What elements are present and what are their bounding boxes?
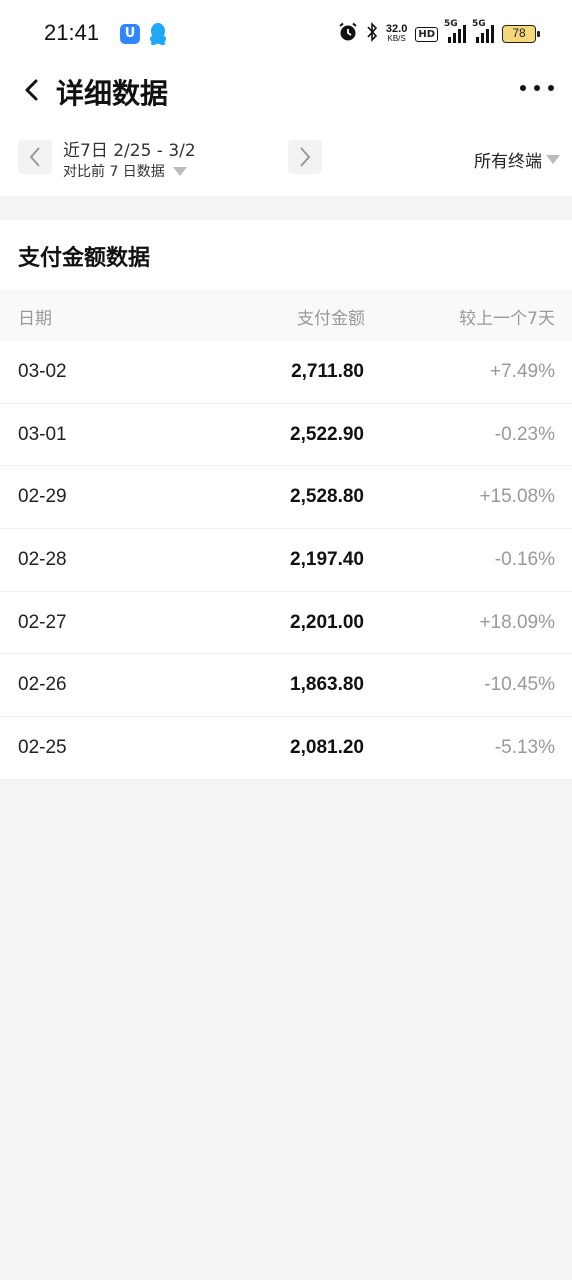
terminal-selector[interactable]: 所有终端: [474, 147, 560, 172]
column-header-date: 日期: [18, 309, 52, 329]
signal-icon: 5G: [444, 19, 466, 43]
cell-change: +15.08%: [479, 486, 555, 508]
alarm-icon: [338, 22, 358, 46]
battery-icon: 78: [502, 25, 540, 43]
cell-date: 02-29: [18, 486, 67, 508]
chevron-left-icon: [29, 147, 40, 167]
payment-amount-section: 支付金额数据 日期 支付金额 较上一个7天 03-02 2,711.80 +7.…: [0, 220, 572, 780]
cell-amount: 2,528.80: [290, 486, 364, 508]
hd-badge: HD: [415, 26, 438, 42]
compare-label: 对比前 7 日数据: [63, 164, 165, 180]
table-row: 02-25 2,081.20 -5.13%: [0, 717, 572, 780]
next-period-button[interactable]: [288, 140, 322, 174]
prev-period-button[interactable]: [18, 140, 52, 174]
table-row: 03-02 2,711.80 +7.49%: [0, 341, 572, 404]
cell-amount: 2,711.80: [291, 361, 364, 382]
table-header: 日期 支付金额 较上一个7天: [0, 289, 572, 341]
status-time: 21:41: [44, 20, 100, 45]
terminal-label: 所有终端: [474, 152, 542, 172]
cell-date: 03-02: [18, 361, 67, 382]
cell-date: 03-01: [18, 423, 67, 445]
cell-change: -0.16%: [494, 549, 555, 571]
dropdown-triangle-icon: [546, 155, 560, 164]
signal-icon-2: 5G: [472, 19, 494, 43]
app-u-icon: U: [120, 24, 140, 44]
cell-date: 02-27: [18, 611, 67, 633]
filter-bar: 近7日 2/25 - 3/2 对比前 7 日数据 所有终端: [0, 112, 572, 196]
table-row: 03-01 2,522.90 -0.23%: [0, 404, 572, 467]
back-arrow-icon[interactable]: [20, 76, 44, 104]
table-body: 03-02 2,711.80 +7.49% 03-01 2,522.90 -0.…: [0, 341, 572, 780]
date-range-label: 近7日 2/25 - 3/2: [63, 141, 196, 161]
qq-icon: [148, 22, 168, 46]
dropdown-triangle-icon: [172, 166, 187, 176]
cell-amount: 2,081.20: [290, 737, 364, 759]
table-row: 02-27 2,201.00 +18.09%: [0, 592, 572, 655]
cell-change: -10.45%: [484, 674, 555, 696]
cell-date: 02-28: [18, 549, 67, 571]
more-options-icon[interactable]: [520, 76, 554, 100]
cell-amount: 2,197.40: [290, 549, 364, 571]
column-header-amount: 支付金额: [297, 309, 365, 329]
cell-amount: 1,863.80: [290, 674, 364, 696]
cell-date: 02-26: [18, 674, 67, 696]
net-speed: 32.0 KB/S: [385, 23, 408, 44]
cell-change: -5.13%: [494, 737, 555, 759]
status-bar: 21:41 U 32.0 KB/S HD 5G 5G 78: [0, 0, 572, 68]
table-row: 02-29 2,528.80 +15.08%: [0, 466, 572, 530]
bluetooth-icon: [366, 22, 378, 46]
page-title: 详细数据: [56, 77, 169, 110]
table-row: 02-26 1,863.80 -10.45%: [0, 654, 572, 718]
compare-selector[interactable]: 对比前 7 日数据: [63, 161, 187, 181]
chevron-right-icon: [300, 147, 311, 167]
cell-change: +18.09%: [479, 611, 555, 633]
nav-bar: 详细数据: [0, 68, 572, 112]
table-row: 02-28 2,197.40 -0.16%: [0, 529, 572, 592]
cell-change: +7.49%: [490, 361, 555, 382]
column-header-change: 较上一个7天: [459, 309, 555, 329]
cell-change: -0.23%: [494, 423, 555, 445]
section-title: 支付金额数据: [18, 246, 151, 271]
cell-amount: 2,522.90: [290, 423, 364, 445]
cell-amount: 2,201.00: [290, 611, 364, 633]
cell-date: 02-25: [18, 737, 67, 759]
